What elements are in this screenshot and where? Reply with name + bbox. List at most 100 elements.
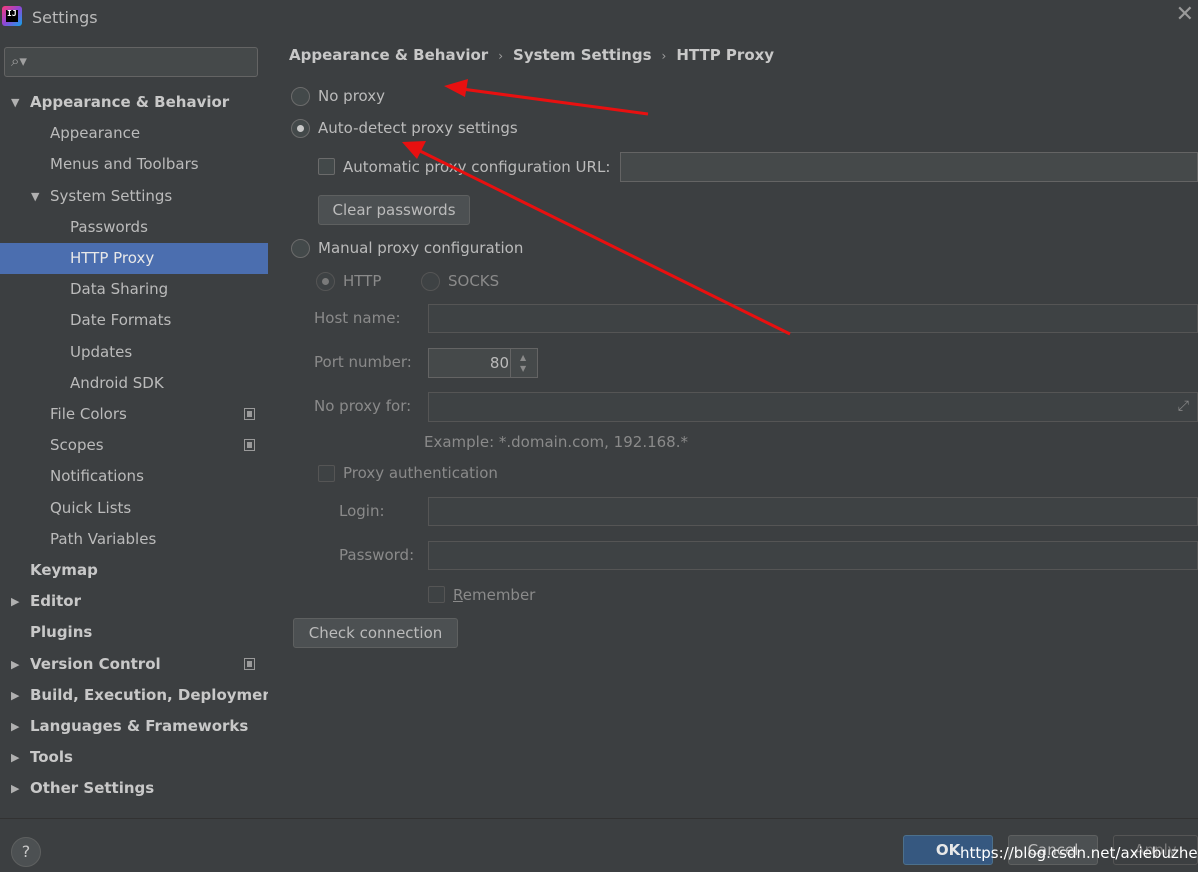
proxy-authentication-checkbox[interactable] <box>318 465 335 482</box>
settings-sidebar: ⌕▾ ▼ Appearance & Behavior Appearance Menus… <box>0 36 280 818</box>
auto-config-url-label[interactable]: Automatic proxy configuration URL: <box>343 158 610 176</box>
remember-checkbox[interactable] <box>428 586 445 603</box>
collapsed-arrow-icon[interactable]: ▶ <box>11 773 19 804</box>
sidebar-item-tools[interactable]: ▶ Tools <box>0 742 268 773</box>
port-number-spinner[interactable]: 80 ▲ ▼ <box>428 348 538 378</box>
sidebar-item-system-settings[interactable]: ▼ System Settings <box>0 181 268 212</box>
port-number-value[interactable]: 80 <box>490 354 509 372</box>
expanded-arrow-icon[interactable]: ▼ <box>31 181 39 212</box>
sidebar-item-version-control[interactable]: ▶ Version Control <box>0 649 268 680</box>
breadcrumb-item[interactable]: System Settings <box>513 46 652 64</box>
spinner-up-icon[interactable]: ▲ <box>520 353 526 362</box>
title-bar: IJ Settings ✕ <box>0 0 1198 36</box>
sidebar-item-label: Appearance & Behavior <box>30 93 230 111</box>
sidebar-item-keymap[interactable]: Keymap <box>0 555 268 586</box>
spinner-down-icon[interactable]: ▼ <box>520 364 526 373</box>
manual-proxy-radio[interactable] <box>291 239 310 258</box>
spinner-arrows[interactable]: ▲ ▼ <box>510 349 537 377</box>
sidebar-item-label: Appearance <box>50 124 141 143</box>
help-button[interactable]: ? <box>11 837 41 867</box>
sidebar-item-date-formats[interactable]: Date Formats <box>0 305 268 336</box>
sidebar-item-label: Date Formats <box>70 311 172 330</box>
sidebar-item-label: Data Sharing <box>70 280 169 299</box>
password-input[interactable] <box>428 541 1198 570</box>
sidebar-item-data-sharing[interactable]: Data Sharing <box>0 274 268 305</box>
sidebar-item-file-colors[interactable]: File Colors <box>0 399 268 430</box>
sidebar-item-notifications[interactable]: Notifications <box>0 461 268 492</box>
sidebar-item-languages-frameworks[interactable]: ▶ Languages & Frameworks <box>0 711 268 742</box>
manual-proxy-label[interactable]: Manual proxy configuration <box>318 239 523 257</box>
login-label: Login: <box>339 502 385 520</box>
collapsed-arrow-icon[interactable]: ▶ <box>11 680 19 711</box>
check-connection-button[interactable]: Check connection <box>293 618 458 648</box>
no-proxy-label[interactable]: No proxy <box>318 87 385 105</box>
sidebar-item-scopes[interactable]: Scopes <box>0 430 268 461</box>
remember-rest: emember <box>462 586 536 604</box>
sidebar-item-menus-and-toolbars[interactable]: Menus and Toolbars <box>0 149 268 180</box>
sidebar-item-label: Android SDK <box>70 373 164 392</box>
sidebar-item-label: Scopes <box>50 436 104 455</box>
no-proxy-example: Example: *.domain.com, 192.168.* <box>424 433 688 451</box>
sidebar-item-label: Other Settings <box>30 779 155 798</box>
sidebar-item-android-sdk[interactable]: Android SDK <box>0 368 268 399</box>
breadcrumb-item: HTTP Proxy <box>676 46 775 64</box>
sidebar-item-updates[interactable]: Updates <box>0 337 268 368</box>
close-icon[interactable]: ✕ <box>1176 4 1194 26</box>
breadcrumb-separator: › <box>498 49 504 63</box>
breadcrumb-separator: › <box>661 49 667 63</box>
sidebar-item-other-settings[interactable]: ▶ Other Settings <box>0 773 268 804</box>
sidebar-item-appearance[interactable]: Appearance <box>0 118 268 149</box>
host-name-input[interactable] <box>428 304 1198 333</box>
http-proxy-panel: Appearance & Behavior › System Settings › HT… <box>268 36 1198 818</box>
sidebar-item-label: Tools <box>30 748 73 767</box>
project-level-icon <box>244 439 255 452</box>
collapsed-arrow-icon[interactable]: ▶ <box>11 649 19 680</box>
auto-config-url-checkbox[interactable] <box>318 158 335 175</box>
auto-detect-radio[interactable] <box>291 119 310 138</box>
no-proxy-for-input[interactable]: ⤢ <box>428 392 1198 422</box>
sidebar-item-label: Version Control <box>30 654 161 673</box>
remember-mnemonic: R <box>453 586 463 604</box>
watermark: https://blog.csdn.net/axiebuzhen <box>960 844 1198 862</box>
expand-icon[interactable]: ⤢ <box>1178 398 1189 414</box>
http-radio[interactable] <box>316 272 335 291</box>
collapsed-arrow-icon[interactable]: ▶ <box>11 586 19 617</box>
proxy-authentication-label[interactable]: Proxy authentication <box>343 464 498 482</box>
auto-detect-label[interactable]: Auto-detect proxy settings <box>318 119 518 137</box>
project-level-icon <box>244 657 255 670</box>
sidebar-item-appearance-behavior[interactable]: ▼ Appearance & Behavior <box>0 87 268 118</box>
intellij-logo-icon: IJ <box>2 6 22 26</box>
no-proxy-for-label: No proxy for: <box>314 397 412 415</box>
host-name-label: Host name: <box>314 309 401 327</box>
window-title: Settings <box>32 8 98 27</box>
sidebar-item-label: System Settings <box>50 186 173 205</box>
collapsed-arrow-icon[interactable]: ▶ <box>11 711 19 742</box>
socks-label[interactable]: SOCKS <box>448 272 499 290</box>
socks-radio[interactable] <box>421 272 440 291</box>
search-field[interactable]: ⌕▾ <box>4 47 258 77</box>
sidebar-item-http-proxy[interactable]: HTTP Proxy <box>0 243 268 274</box>
sidebar-item-quick-lists[interactable]: Quick Lists <box>0 493 268 524</box>
sidebar-item-plugins[interactable]: Plugins <box>0 617 268 648</box>
collapsed-arrow-icon[interactable]: ▶ <box>11 742 19 773</box>
sidebar-item-label: Path Variables <box>50 529 157 548</box>
sidebar-item-label: HTTP Proxy <box>70 249 155 267</box>
sidebar-item-passwords[interactable]: Passwords <box>0 212 268 243</box>
sidebar-item-editor[interactable]: ▶ Editor <box>0 586 268 617</box>
sidebar-item-label: Passwords <box>70 217 148 236</box>
sidebar-item-path-variables[interactable]: Path Variables <box>0 524 268 555</box>
http-label[interactable]: HTTP <box>343 272 381 290</box>
remember-label[interactable]: Remember <box>453 586 535 604</box>
login-input[interactable] <box>428 497 1198 526</box>
expanded-arrow-icon[interactable]: ▼ <box>11 87 19 118</box>
clear-passwords-button[interactable]: Clear passwords <box>318 195 470 225</box>
sidebar-item-label: Editor <box>30 592 81 611</box>
sidebar-item-label: File Colors <box>50 405 127 423</box>
breadcrumb-item[interactable]: Appearance & Behavior <box>289 46 488 64</box>
search-input[interactable] <box>35 51 250 73</box>
no-proxy-radio[interactable] <box>291 87 310 106</box>
project-level-icon <box>244 408 255 420</box>
dialog-footer: ? OK Cancel Apply https://blog.csdn.net/… <box>0 818 1198 872</box>
sidebar-item-build-execution-deployment[interactable]: ▶ Build, Execution, Deployment <box>0 680 280 711</box>
auto-config-url-input[interactable] <box>620 152 1198 182</box>
